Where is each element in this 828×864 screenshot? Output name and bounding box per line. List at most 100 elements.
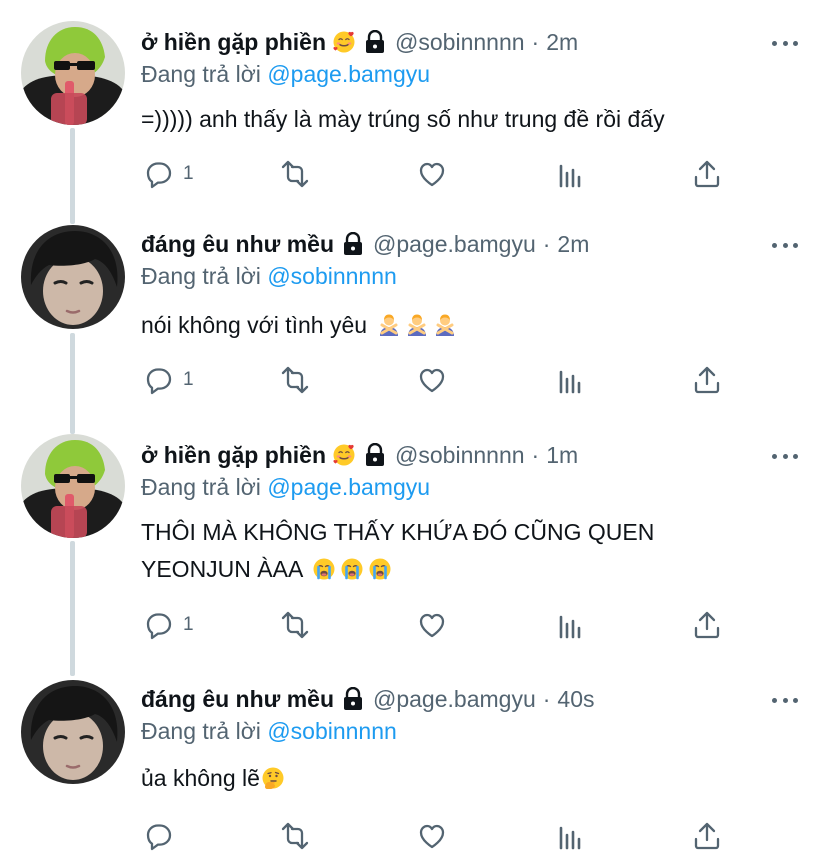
share-button[interactable] xyxy=(691,158,723,190)
dark-hair-avatar xyxy=(21,225,125,329)
action-bar xyxy=(0,820,828,860)
tweet-text: =))))) anh thấy là mày trúng số như trun… xyxy=(141,101,665,138)
green-hood-avatar xyxy=(21,21,125,125)
replying-to: Đang trả lời @sobinnnnn xyxy=(141,718,397,745)
mention-link[interactable]: @sobinnnnn xyxy=(267,718,397,744)
handle[interactable]: @page.bamgyu xyxy=(373,686,536,713)
person-gesturing-no-emoji xyxy=(434,313,456,337)
like-button[interactable] xyxy=(416,158,448,190)
reply-prefix: Đang trả lời xyxy=(141,474,261,500)
more-icon[interactable] xyxy=(772,233,798,257)
analytics-icon xyxy=(559,370,581,394)
lock-icon xyxy=(364,30,386,54)
retweet-button[interactable] xyxy=(279,820,311,852)
tweet-text-line: nói không với tình yêu xyxy=(141,312,368,338)
handle[interactable]: @sobinnnnn xyxy=(395,29,525,56)
reply-count: 1 xyxy=(183,369,194,390)
share-icon xyxy=(694,822,720,850)
reply-prefix: Đang trả lời xyxy=(141,718,261,744)
action-bar: 1 xyxy=(0,364,828,404)
more-icon[interactable] xyxy=(772,688,798,712)
analytics-button[interactable] xyxy=(554,364,586,396)
like-button[interactable] xyxy=(416,820,448,852)
heart-icon xyxy=(419,162,445,187)
timestamp[interactable]: 2m xyxy=(546,29,578,56)
action-bar: 1 xyxy=(0,158,828,198)
handle[interactable]: @sobinnnnn xyxy=(395,442,525,469)
analytics-icon xyxy=(559,826,581,850)
action-bar: 1 xyxy=(0,609,828,649)
retweet-button[interactable] xyxy=(279,609,311,641)
person-gesturing-no-emoji xyxy=(378,313,400,337)
separator-dot: · xyxy=(531,441,540,468)
analytics-button[interactable] xyxy=(554,609,586,641)
mention-link[interactable]: @sobinnnnn xyxy=(267,263,397,289)
share-button[interactable] xyxy=(691,364,723,396)
smiling-face-with-hearts-emoji xyxy=(332,30,356,54)
reply-icon xyxy=(146,824,172,851)
loudly-crying-face-emoji xyxy=(340,557,365,581)
loudly-crying-face-emoji xyxy=(368,557,393,581)
tweet-header: ở hiền gặp phiền @sobinnnnn · 2m xyxy=(141,25,578,59)
separator-dot: · xyxy=(531,28,540,55)
analytics-button[interactable] xyxy=(554,820,586,852)
display-name[interactable]: ở hiền gặp phiền xyxy=(141,442,326,469)
tweet-header: đáng êu như mều @page.bamgyu · 2m xyxy=(141,227,589,261)
tweet-header: ở hiền gặp phiền @sobinnnnn · 1m xyxy=(141,438,578,472)
reply-button[interactable]: 1 xyxy=(143,609,194,641)
share-icon xyxy=(694,366,720,394)
heart-icon xyxy=(419,613,445,638)
share-button[interactable] xyxy=(691,820,723,852)
lock-icon xyxy=(364,443,386,467)
reply-icon xyxy=(146,613,172,640)
tweet-text-line: THÔI MÀ KHÔNG THẤY KHỨA ĐÓ CŨNG QUEN xyxy=(141,519,655,545)
share-button[interactable] xyxy=(691,609,723,641)
avatar[interactable] xyxy=(21,21,125,125)
retweet-button[interactable] xyxy=(279,158,311,190)
separator-dot: · xyxy=(542,685,551,712)
like-button[interactable] xyxy=(416,364,448,396)
replying-to: Đang trả lời @page.bamgyu xyxy=(141,61,430,88)
replying-to: Đang trả lời @sobinnnnn xyxy=(141,263,397,290)
more-icon[interactable] xyxy=(772,444,798,468)
green-hood-avatar xyxy=(21,434,125,538)
reply-icon xyxy=(146,368,172,395)
lock-icon xyxy=(342,232,364,256)
reply-button[interactable]: 1 xyxy=(143,364,194,396)
tweet-header: đáng êu như mều @page.bamgyu · 40s xyxy=(141,682,595,716)
timestamp[interactable]: 40s xyxy=(557,686,594,713)
reply-prefix: Đang trả lời xyxy=(141,61,261,87)
thinking-face-emoji xyxy=(261,766,285,790)
analytics-button[interactable] xyxy=(554,158,586,190)
mention-link[interactable]: @page.bamgyu xyxy=(267,474,430,500)
handle[interactable]: @page.bamgyu xyxy=(373,231,536,258)
display-name[interactable]: đáng êu như mều xyxy=(141,231,334,258)
lock-icon xyxy=(342,687,364,711)
avatar[interactable] xyxy=(21,434,125,538)
heart-icon xyxy=(419,824,445,849)
avatar[interactable] xyxy=(21,680,125,784)
reply-button[interactable]: 1 xyxy=(143,158,194,190)
reply-count: 1 xyxy=(183,614,194,635)
separator-dot: · xyxy=(542,230,551,257)
reply-count: 1 xyxy=(183,163,194,184)
avatar[interactable] xyxy=(21,225,125,329)
heart-icon xyxy=(419,368,445,393)
tweet-text: ủa không lẽ xyxy=(141,760,289,797)
retweet-button[interactable] xyxy=(279,364,311,396)
share-icon xyxy=(694,611,720,639)
display-name[interactable]: đáng êu như mều xyxy=(141,686,334,713)
timestamp[interactable]: 1m xyxy=(546,442,578,469)
display-name[interactable]: ở hiền gặp phiền xyxy=(141,29,326,56)
like-button[interactable] xyxy=(416,609,448,641)
tweet-text: nói không với tình yêu xyxy=(141,307,461,344)
mention-link[interactable]: @page.bamgyu xyxy=(267,61,430,87)
replying-to: Đang trả lời @page.bamgyu xyxy=(141,474,430,501)
retweet-icon xyxy=(281,366,309,394)
analytics-icon xyxy=(559,164,581,188)
retweet-icon xyxy=(281,611,309,639)
dark-hair-avatar xyxy=(21,680,125,784)
timestamp[interactable]: 2m xyxy=(557,231,589,258)
more-icon[interactable] xyxy=(772,31,798,55)
reply-button[interactable] xyxy=(143,820,175,852)
